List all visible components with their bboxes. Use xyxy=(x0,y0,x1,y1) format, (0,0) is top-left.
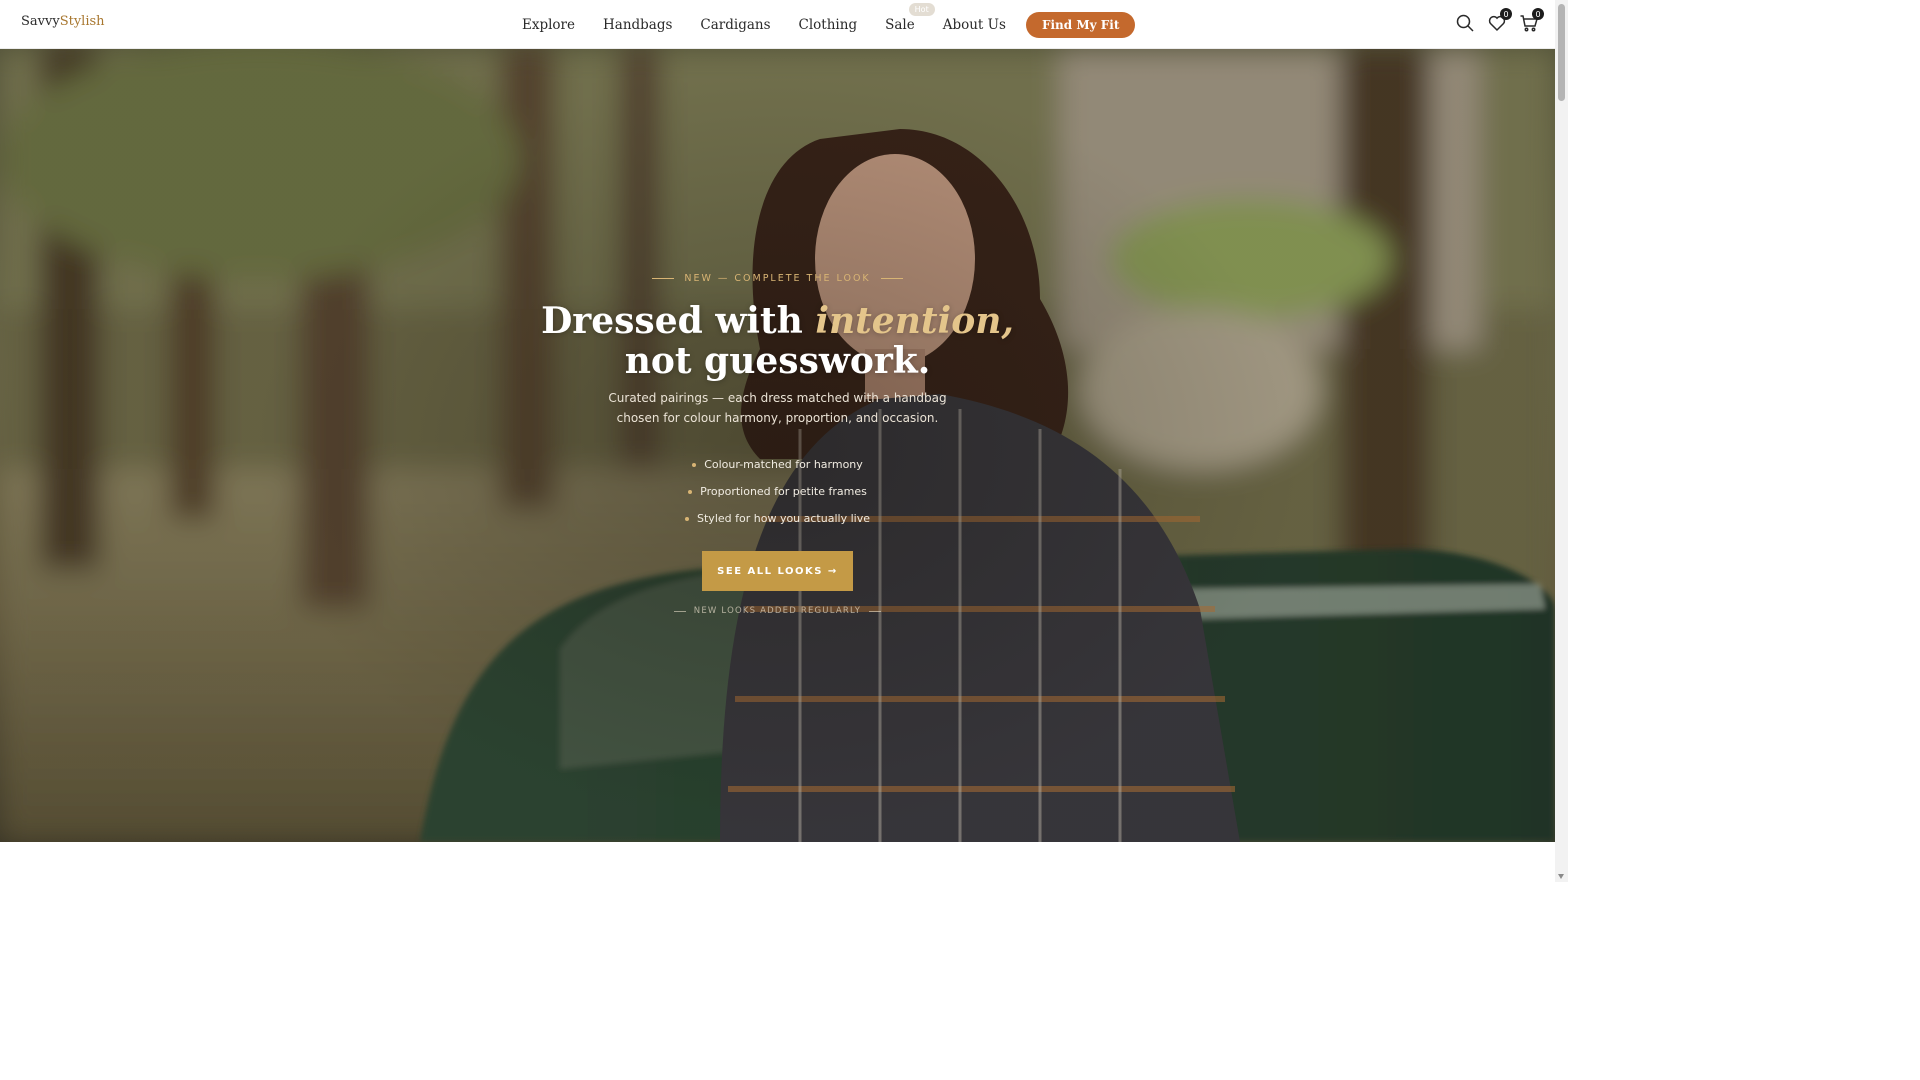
scrollbar-thumb[interactable] xyxy=(1558,4,1565,101)
hero-headline: Dressed with intention, not guesswork. xyxy=(0,301,1555,381)
wishlist-button[interactable]: 0 xyxy=(1487,8,1512,33)
subtext-line1: Curated pairings — each dress matched wi… xyxy=(608,391,947,405)
hero-overlay xyxy=(0,49,1555,842)
hero-subtext: Curated pairings — each dress matched wi… xyxy=(0,388,1555,428)
bullet-icon xyxy=(688,489,693,494)
headline-part1: Dressed with xyxy=(541,300,816,342)
feature-text: Colour-matched for harmony xyxy=(704,458,863,471)
brand-logo[interactable]: SavvyStylish xyxy=(21,14,105,29)
cart-count: 0 xyxy=(1532,8,1544,20)
nav-item-cardigans[interactable]: Cardigans xyxy=(700,17,770,33)
headline-line2: not guesswork. xyxy=(624,340,931,382)
main-nav: Explore Handbags Cardigans Clothing Sale… xyxy=(508,3,1136,38)
feature-item: Proportioned for petite frames xyxy=(0,478,1555,505)
nav-item-clothing[interactable]: Clothing xyxy=(799,17,858,33)
hero-eyebrow: NEW — COMPLETE THE LOOK xyxy=(0,273,1555,284)
cart-button[interactable]: 0 xyxy=(1519,8,1544,33)
feature-text: Styled for how you actually live xyxy=(697,512,870,525)
page-scrollbar[interactable] xyxy=(1555,0,1568,882)
hero-section: NEW — COMPLETE THE LOOK Dressed with int… xyxy=(0,49,1555,842)
headline-emphasis: intention, xyxy=(815,300,1014,342)
feature-text: Proportioned for petite frames xyxy=(700,485,867,498)
site-header: SavvyStylish Explore Handbags Cardigans … xyxy=(0,0,1555,49)
nav-item-explore[interactable]: Explore xyxy=(522,17,575,33)
scroll-down-arrow-icon[interactable] xyxy=(1558,874,1564,879)
footnote-text: NEW LOOKS ADDED REGULARLY xyxy=(693,606,862,616)
feature-item: Colour-matched for harmony xyxy=(0,451,1555,478)
footnote-divider-left xyxy=(673,610,686,612)
wishlist-count: 0 xyxy=(1500,8,1512,20)
brand-name-accent: Stylish xyxy=(59,14,105,29)
bullet-icon xyxy=(692,462,697,467)
nav-item-about-us[interactable]: About Us xyxy=(943,17,1006,33)
nav-item-handbags[interactable]: Handbags xyxy=(603,17,672,33)
nav-item-sale[interactable]: Sale Hot xyxy=(885,3,935,33)
find-my-fit-button[interactable]: Find My Fit xyxy=(1025,12,1136,38)
header-actions: 0 0 xyxy=(1455,8,1544,33)
eyebrow-divider-right xyxy=(880,278,903,279)
search-icon[interactable] xyxy=(1455,13,1475,33)
bullet-icon xyxy=(685,516,690,521)
brand-name-primary: Savvy xyxy=(21,14,60,29)
sale-hot-badge: Hot xyxy=(908,3,935,16)
see-all-looks-button[interactable]: SEE ALL LOOKS → xyxy=(702,551,853,591)
feature-item: Styled for how you actually live xyxy=(0,505,1555,532)
feature-list: Colour-matched for harmony Proportioned … xyxy=(0,451,1555,532)
hero-footnote: NEW LOOKS ADDED REGULARLY xyxy=(0,606,1555,616)
nav-item-sale-label: Sale xyxy=(885,17,915,33)
eyebrow-divider-left xyxy=(652,278,675,279)
subtext-line2: chosen for colour harmony, proportion, a… xyxy=(616,411,939,425)
footnote-divider-right xyxy=(869,610,882,612)
eyebrow-text: NEW — COMPLETE THE LOOK xyxy=(684,273,871,284)
